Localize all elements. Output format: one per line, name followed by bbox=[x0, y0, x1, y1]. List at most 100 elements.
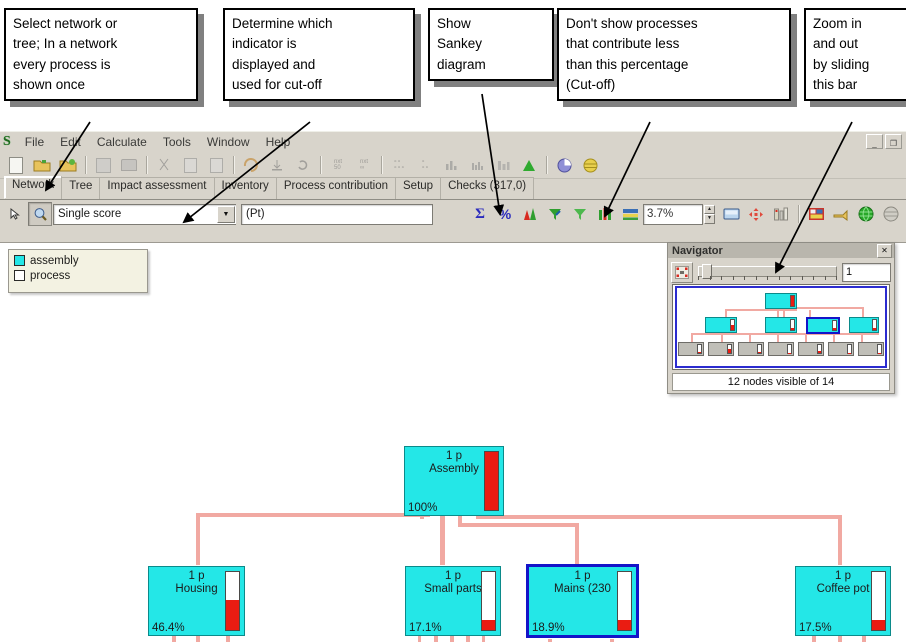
navigator-panel[interactable]: Navigator ✕ 1 12 nodes visible of 14 bbox=[667, 242, 895, 394]
save-icon[interactable] bbox=[91, 154, 115, 177]
fit-to-window-icon[interactable] bbox=[671, 261, 693, 283]
pie-chart-icon[interactable] bbox=[552, 154, 576, 177]
screen-icon[interactable] bbox=[719, 202, 743, 226]
filter-down-icon[interactable] bbox=[543, 202, 567, 226]
menu-help[interactable]: Help bbox=[258, 133, 299, 151]
minimize-button[interactable]: _ bbox=[866, 134, 883, 149]
tab-checks[interactable]: Checks (317,0) bbox=[440, 177, 535, 199]
network-nodes-icon[interactable]: ∘ ∘∘ bbox=[413, 154, 437, 177]
link-coffee-drop bbox=[838, 515, 842, 565]
triangle-chart-icon[interactable] bbox=[517, 154, 541, 177]
node-housing[interactable]: 1 p Housing 46.4% bbox=[148, 566, 245, 636]
minimap-node-injection bbox=[738, 342, 764, 356]
toolbar-separator bbox=[798, 205, 799, 223]
tab-impact-assessment[interactable]: Impact assessment bbox=[99, 177, 215, 199]
application-window: S File Edit Calculate Tools Window Help … bbox=[0, 131, 906, 642]
copy-icon[interactable] bbox=[178, 154, 202, 177]
toolbar-separator bbox=[146, 156, 147, 174]
menu-file[interactable]: File bbox=[17, 133, 52, 151]
link-assembly-housing bbox=[196, 515, 200, 565]
histogram-icon[interactable] bbox=[465, 154, 489, 177]
callout-line: diagram bbox=[437, 56, 486, 72]
globe-icon[interactable] bbox=[578, 154, 602, 177]
move-icon[interactable] bbox=[744, 202, 768, 226]
export-icon[interactable] bbox=[829, 202, 853, 226]
tab-process-contribution[interactable]: Process contribution bbox=[275, 177, 397, 199]
toolbar-separator bbox=[381, 156, 382, 174]
node-coffee-pot[interactable]: 1 p Coffee pot 17.5% bbox=[795, 566, 891, 636]
legend-icon[interactable] bbox=[618, 202, 642, 226]
app-logo: S bbox=[3, 134, 11, 149]
menu-tools[interactable]: Tools bbox=[155, 133, 199, 151]
toolbar-separator bbox=[546, 156, 547, 174]
undo-icon[interactable] bbox=[239, 154, 263, 177]
cutoff-input[interactable]: 3.7% bbox=[643, 203, 703, 225]
node-percentage: 46.4% bbox=[152, 622, 185, 634]
grey-globe-icon[interactable] bbox=[879, 202, 903, 226]
bars-icon[interactable] bbox=[593, 202, 617, 226]
stepper-down[interactable]: ▼ bbox=[704, 214, 715, 224]
callout-line: indicator is bbox=[232, 36, 297, 52]
navigator-minimap[interactable] bbox=[672, 284, 890, 370]
mini-link bbox=[749, 333, 751, 342]
node-percentage: 100% bbox=[408, 502, 438, 514]
menu-calculate[interactable]: Calculate bbox=[89, 133, 155, 151]
next-50-icon[interactable]: nxt 50 bbox=[326, 154, 350, 177]
menu-window[interactable]: Window bbox=[199, 133, 258, 151]
minimap-node-small-parts bbox=[765, 317, 797, 333]
callout-line: displayed and bbox=[232, 56, 316, 72]
main-toolbar: nxt 50 nxt ∞ ∘∘ ∘∘∘ ∘ ∘∘ bbox=[0, 152, 906, 179]
tab-tree[interactable]: Tree bbox=[61, 177, 101, 199]
callout-line: Don't show processes bbox=[566, 16, 698, 31]
restore-button[interactable]: ❐ bbox=[885, 134, 902, 149]
callout-network-tree: Select network or tree; In a network eve… bbox=[4, 8, 198, 101]
callout-line: and out bbox=[813, 36, 859, 52]
layout-icon[interactable] bbox=[804, 202, 828, 226]
tab-strip: Network Tree Impact assessment Inventory… bbox=[0, 176, 906, 200]
paste-icon[interactable] bbox=[204, 154, 228, 177]
percent-icon[interactable]: % bbox=[493, 202, 517, 226]
new-document-icon[interactable] bbox=[4, 154, 28, 177]
pointer-icon[interactable] bbox=[3, 202, 27, 226]
tab-inventory[interactable]: Inventory bbox=[213, 177, 277, 199]
node-small-parts[interactable]: 1 p Small parts 17.1% bbox=[405, 566, 501, 636]
node-assembly[interactable]: 1 p Assembly 100% bbox=[404, 446, 504, 516]
legend-box: assembly process bbox=[8, 249, 148, 293]
zoom-slider[interactable] bbox=[696, 262, 839, 282]
calculate-refresh-icon[interactable] bbox=[291, 154, 315, 177]
menu-edit[interactable]: Edit bbox=[52, 133, 89, 151]
legend-row-assembly: assembly bbox=[14, 253, 142, 268]
cut-icon[interactable] bbox=[152, 154, 176, 177]
indicator-select[interactable]: Single score ▼ bbox=[53, 203, 236, 225]
zoom-value-input[interactable]: 1 bbox=[842, 262, 891, 282]
close-icon[interactable]: ✕ bbox=[877, 243, 892, 258]
green-globe-icon[interactable] bbox=[854, 202, 878, 226]
magnifier-icon[interactable] bbox=[28, 202, 52, 226]
tab-setup[interactable]: Setup bbox=[395, 177, 442, 199]
calculate-down-icon[interactable] bbox=[265, 154, 289, 177]
menu-bar: S File Edit Calculate Tools Window Help … bbox=[0, 132, 906, 152]
stepper-up[interactable]: ▲ bbox=[704, 204, 715, 214]
callout-line: tree; In a network bbox=[13, 36, 118, 52]
mini-link bbox=[691, 333, 693, 342]
open-project-icon[interactable] bbox=[56, 154, 80, 177]
print-icon[interactable] bbox=[117, 154, 141, 177]
next-all-icon[interactable]: nxt ∞ bbox=[352, 154, 376, 177]
open-folder-icon[interactable] bbox=[30, 154, 54, 177]
cutoff-stepper[interactable]: ▲ ▼ bbox=[704, 204, 715, 224]
filter-icon[interactable] bbox=[568, 202, 592, 226]
unit-field[interactable]: (Pt) bbox=[241, 203, 433, 225]
columns-icon[interactable] bbox=[769, 202, 793, 226]
node-impact-bar bbox=[484, 451, 499, 511]
compare-groups-icon[interactable]: ∘∘ ∘∘∘ bbox=[387, 154, 411, 177]
callout-zoom: Zoom in and out by sliding this bar bbox=[804, 8, 906, 101]
chevron-down-icon[interactable]: ▼ bbox=[217, 205, 235, 223]
column-chart-icon[interactable] bbox=[491, 154, 515, 177]
bar-chart-icon[interactable] bbox=[439, 154, 463, 177]
link-mains-drop bbox=[575, 523, 579, 565]
tab-network[interactable]: Network bbox=[4, 176, 63, 199]
sigma-icon[interactable]: Σ bbox=[468, 202, 492, 226]
sankey-icon[interactable] bbox=[518, 202, 542, 226]
mini-link bbox=[805, 333, 807, 342]
node-mains[interactable]: 1 p Mains (230 18.9% bbox=[526, 564, 639, 638]
